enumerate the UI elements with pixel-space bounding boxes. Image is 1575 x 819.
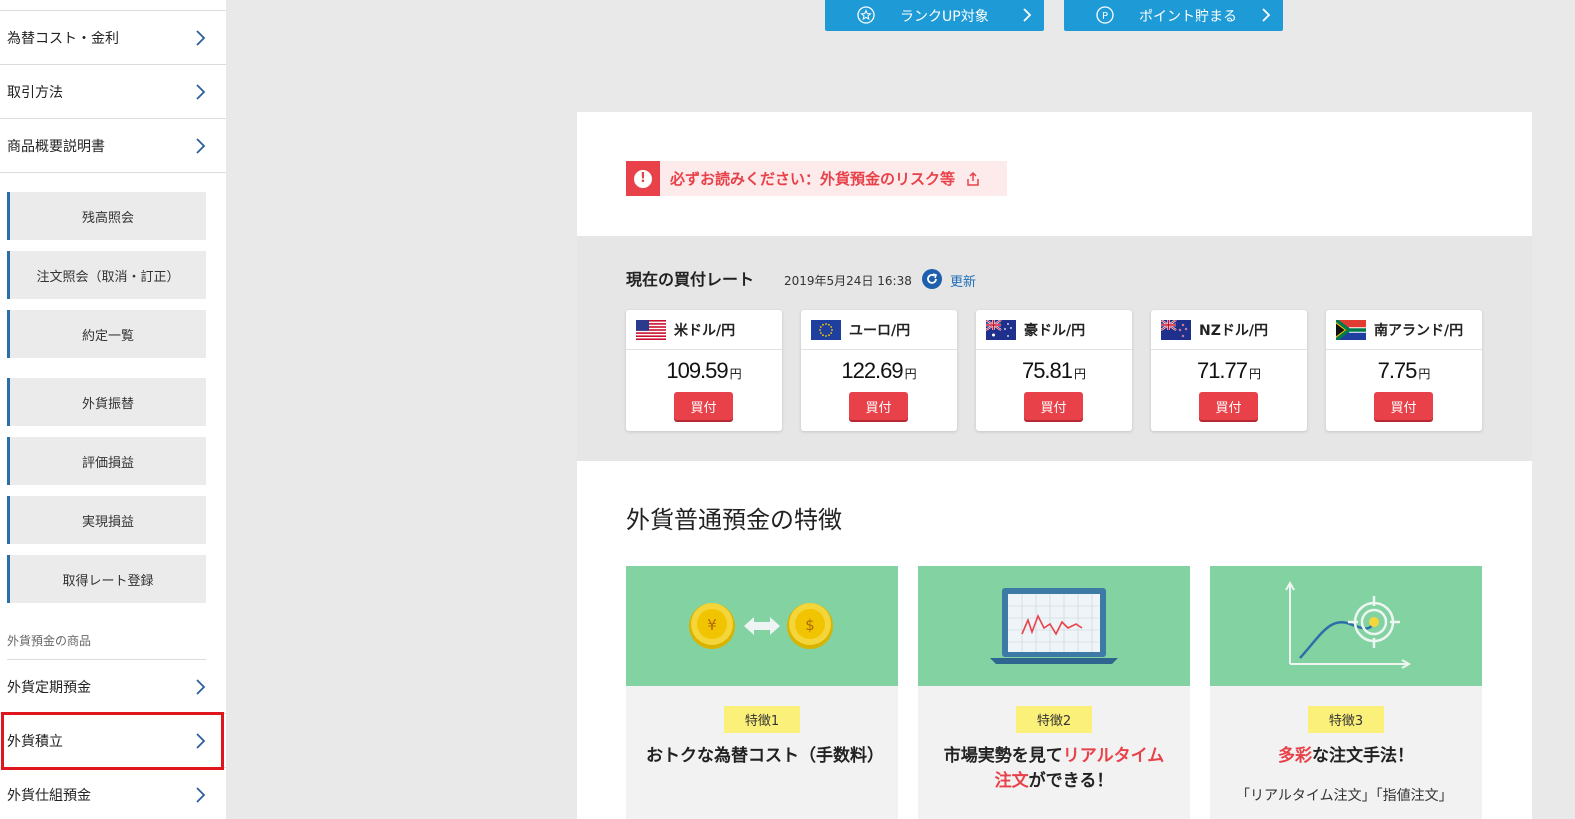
south-africa-flag-icon (1336, 319, 1366, 340)
currency-name: 米ドル/円 (674, 322, 736, 339)
target-chart-icon (1285, 580, 1412, 669)
chevron-right-icon (196, 787, 206, 803)
sidebar-link-label: 外貨積立 (7, 733, 63, 750)
sidebar-link-trading-method[interactable]: 取引方法 (0, 65, 226, 119)
chevron-right-icon (1023, 8, 1032, 22)
buy-button[interactable]: 買付 (674, 392, 733, 420)
refresh-icon[interactable] (922, 269, 942, 289)
rate-price: 109.59 円 (666, 358, 742, 383)
rate-price: 75.81 円 (1021, 358, 1087, 383)
rate-card-usd: 米ドル/円 109.59 円 買付 (626, 310, 782, 431)
fx-transfer-button[interactable]: 外貨振替 (7, 378, 206, 426)
points-banner[interactable]: P ポイント貯まる (1064, 0, 1283, 31)
sidebar-link-product-doc[interactable]: 商品概要説明書 (0, 119, 226, 173)
feature-tag: 特徴3 (1308, 706, 1384, 733)
chevron-right-icon (196, 84, 206, 100)
sidebar-link-time-deposit[interactable]: 外貨定期預金 (0, 660, 226, 714)
sidebar-link-label: 取引方法 (7, 84, 63, 101)
rate-price: 7.75 円 (1377, 358, 1431, 383)
buy-button[interactable]: 買付 (849, 392, 908, 420)
sidebar-link-label: 商品概要説明書 (7, 138, 105, 155)
share-icon (967, 171, 979, 186)
chevron-right-icon (196, 679, 206, 695)
currency-name: ユーロ/円 (849, 322, 911, 339)
coin-exchange-icon: ¥ $ (689, 603, 833, 649)
svg-text:P: P (1102, 11, 1108, 22)
acquisition-rate-button[interactable]: 取得レート登録 (7, 555, 206, 603)
main-card: ! 必ずお読みください：外貨預金のリスク等 現在の買付レート 2019年5月24… (577, 112, 1532, 819)
feature-tag: 特徴1 (724, 706, 800, 733)
sidebar-link-fx-cost[interactable]: 為替コスト・金利 (0, 11, 226, 65)
rate-title: 現在の買付レート (626, 270, 755, 289)
laptop-chart-icon (990, 588, 1118, 664)
feature-card-2: 特徴2 市場実勢を見てリアルタイム注文ができる！ (918, 566, 1190, 819)
buy-rate-section: 現在の買付レート 2019年5月24日 16:38 更新 米ドル/円 109.5… (577, 236, 1532, 461)
sidebar-link-structured-deposit[interactable]: 外貨仕組預金 (0, 768, 226, 819)
rate-timestamp: 2019年5月24日 16:38 (784, 274, 912, 288)
order-inquiry-button[interactable]: 注文照会（取消・訂正） (7, 251, 206, 299)
australia-flag-icon (986, 319, 1016, 340)
feature-illustration (1210, 566, 1482, 686)
new-zealand-flag-icon (1161, 319, 1191, 340)
svg-text:$: $ (805, 616, 815, 634)
refresh-link[interactable]: 更新 (950, 271, 976, 290)
chevron-right-icon (196, 733, 206, 749)
rate-card-eur: ユーロ/円 122.69 円 買付 (801, 310, 957, 431)
rank-up-banner[interactable]: ランクUP対象 (825, 0, 1044, 31)
sidebar-link-label: 外貨定期預金 (7, 679, 91, 696)
point-circle-icon: P (1096, 6, 1114, 24)
risk-alert-link[interactable]: ! 必ずお読みください：外貨預金のリスク等 (626, 161, 1007, 196)
execution-list-button[interactable]: 約定一覧 (7, 310, 206, 358)
svg-text:¥: ¥ (707, 616, 717, 634)
sidebar-link-label: 為替コスト・金利 (7, 30, 119, 47)
banner-label: ランクUP対象 (900, 9, 989, 25)
feature-card-3: 特徴3 多彩な注文手法！ 「リアルタイム注文」「指値注文」 (1210, 566, 1482, 819)
us-flag-icon (636, 319, 666, 340)
exclamation-icon: ! (626, 161, 660, 196)
balance-inquiry-button[interactable]: 残高照会 (7, 192, 206, 240)
eu-flag-icon (811, 319, 841, 340)
alert-text: 必ずお読みください：外貨預金のリスク等 (670, 170, 956, 188)
valuation-pl-button[interactable]: 評価損益 (7, 437, 206, 485)
feature-body: 「リアルタイム注文」「指値注文」 (1236, 788, 1453, 804)
currency-name: 南アランド/円 (1374, 322, 1464, 339)
chevron-right-icon (1262, 8, 1271, 22)
feature-tag: 特徴2 (1016, 706, 1092, 733)
feature-card-1: ¥ $ 特徴1 おトクな為替コスト（手数料） (626, 566, 898, 819)
chevron-right-icon (196, 30, 206, 46)
sidebar-link-label: 外貨仕組預金 (7, 787, 91, 804)
rate-card-nzd: NZドル/円 71.77 円 買付 (1151, 310, 1307, 431)
feature-title: 市場実勢を見てリアルタイム注文ができる！ (943, 746, 1165, 791)
sidebar: 為替コスト・金利 取引方法 商品概要説明書 残高照会 注文照会（取消・訂正） 約… (0, 0, 226, 819)
sidebar-link-accumulation[interactable]: 外貨積立 (0, 714, 226, 768)
rate-price: 71.77 円 (1196, 358, 1262, 383)
banner-label: ポイント貯まる (1139, 9, 1237, 25)
chevron-right-icon (196, 138, 206, 154)
rate-price: 122.69 円 (841, 358, 917, 383)
rate-card-zar: 南アランド/円 7.75 円 買付 (1326, 310, 1482, 431)
feature-title: おトクな為替コスト（手数料） (646, 746, 884, 766)
feature-illustration (918, 566, 1190, 686)
category-label: 外貨預金の商品 (7, 634, 92, 648)
buy-button[interactable]: 買付 (1374, 392, 1433, 420)
realized-pl-button[interactable]: 実現損益 (7, 496, 206, 544)
rate-card-aud: 豪ドル/円 75.81 円 買付 (976, 310, 1132, 431)
currency-name: 豪ドル/円 (1024, 322, 1086, 339)
buy-button[interactable]: 買付 (1199, 392, 1258, 420)
features-heading: 外貨普通預金の特徴 (626, 506, 842, 534)
feature-title: 多彩な注文手法！ (1278, 746, 1414, 766)
feature-illustration: ¥ $ (626, 566, 898, 686)
buy-button[interactable]: 買付 (1024, 392, 1083, 420)
star-circle-icon (857, 6, 875, 24)
currency-name: NZドル/円 (1199, 322, 1268, 339)
